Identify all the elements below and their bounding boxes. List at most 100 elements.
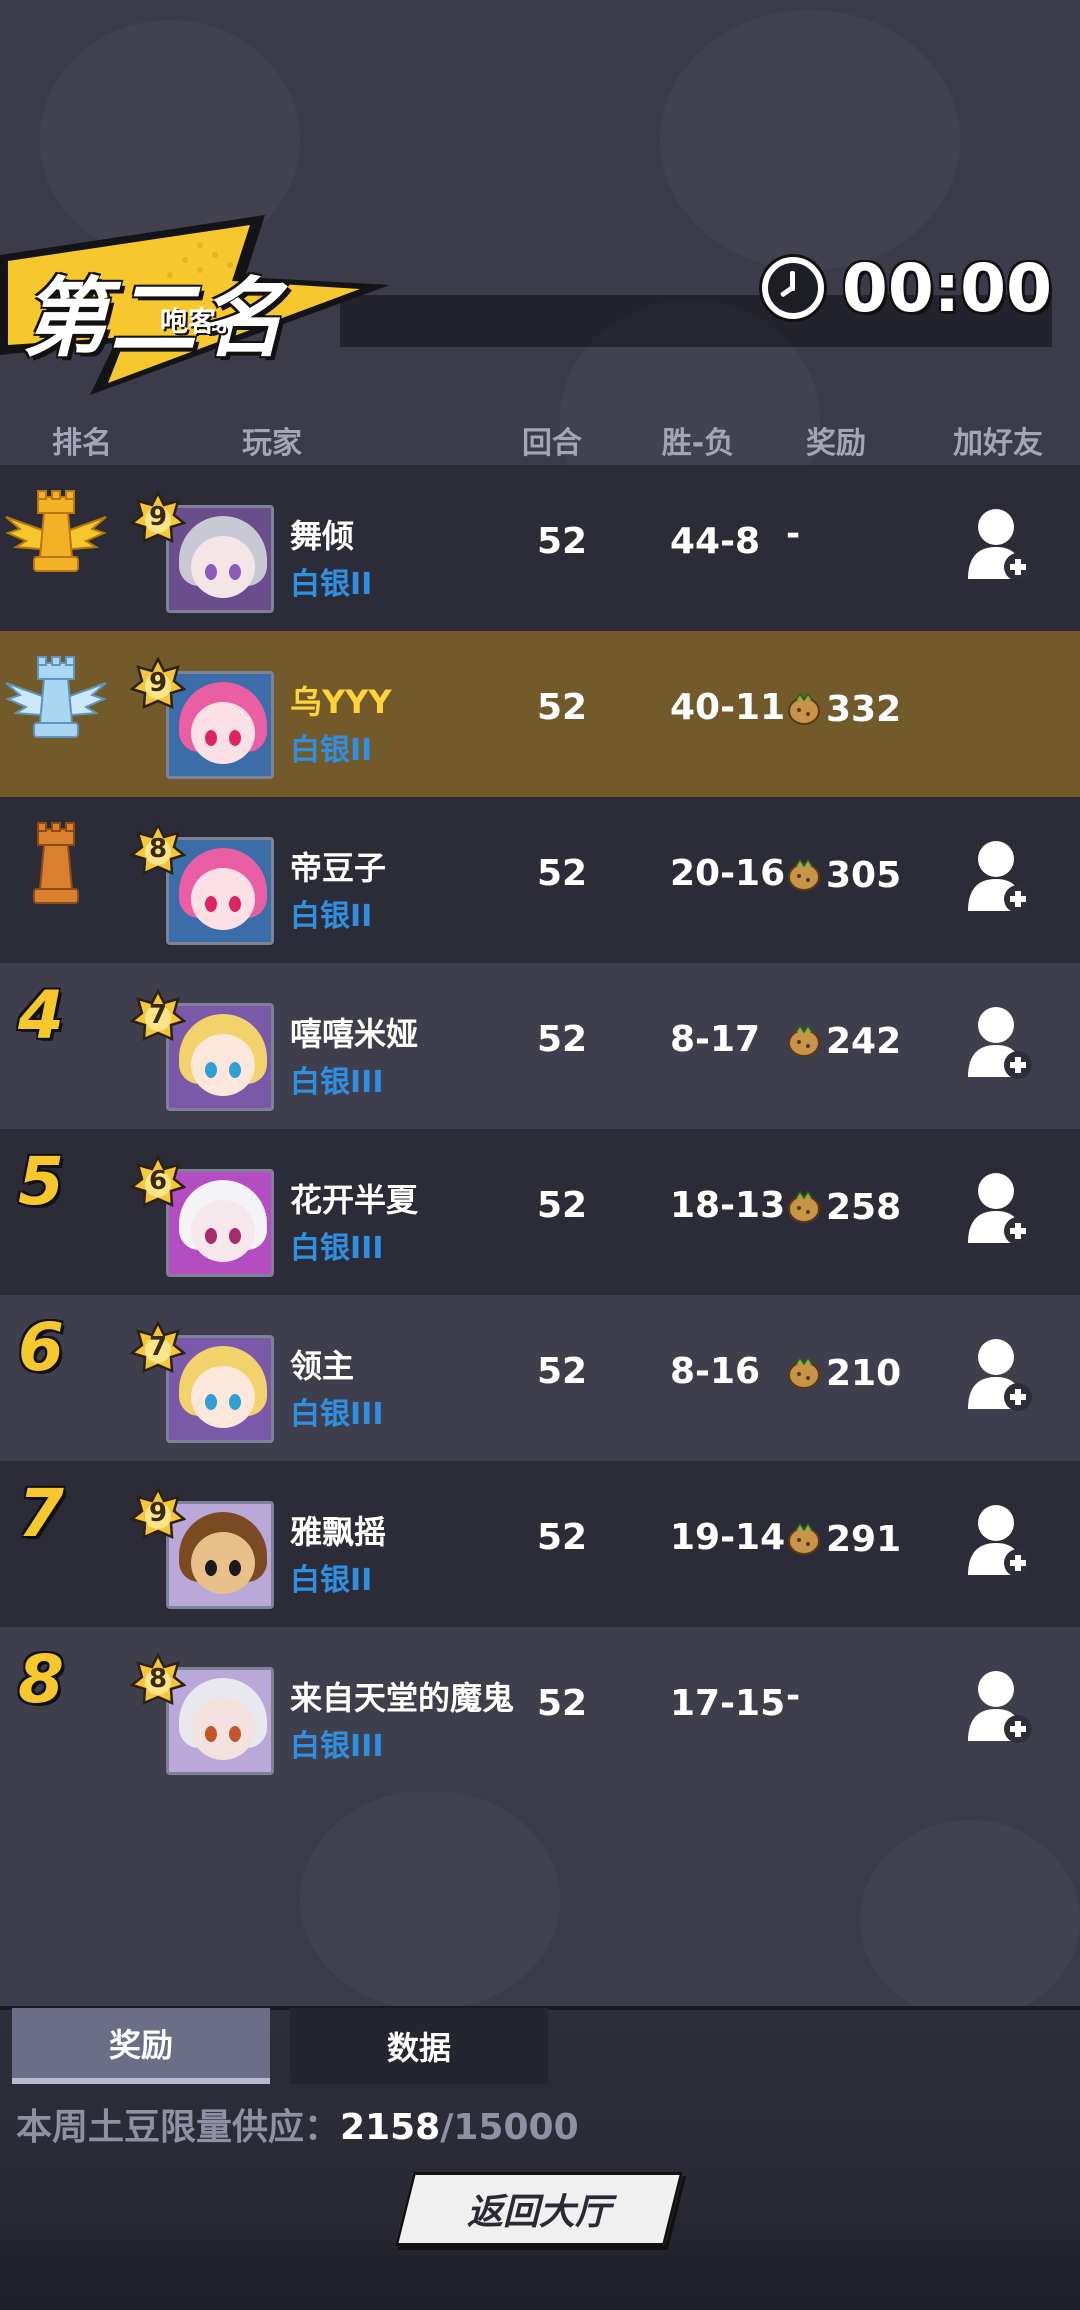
player-name: 花开半夏 xyxy=(290,1181,419,1219)
rank-cell: 6 xyxy=(0,1295,110,1461)
rounds-value: 52 xyxy=(536,1185,588,1226)
rounds-value: 52 xyxy=(536,521,588,562)
level-number: 6 xyxy=(148,1166,168,1196)
player-tag: 咆客。 xyxy=(160,305,245,338)
rounds-value: 52 xyxy=(536,1019,588,1060)
add-friend-button[interactable] xyxy=(966,1667,1034,1747)
reward-value: 332 xyxy=(826,688,902,730)
level-badge: 8 xyxy=(130,1653,186,1709)
silver-rook-icon xyxy=(5,656,107,738)
column-headers: 排名 玩家 回合 胜-负 奖励 加好友 xyxy=(0,418,1080,464)
level-number: 9 xyxy=(148,1498,168,1528)
add-friend-button[interactable] xyxy=(966,1335,1034,1415)
reward-cell: 210 xyxy=(786,1351,901,1395)
rank-cell xyxy=(0,797,110,963)
clock-icon xyxy=(761,257,824,319)
table-row: 8 8 来自天堂的魔鬼 白银III 52 17-15- xyxy=(0,1627,1080,1793)
potato-icon xyxy=(788,1190,820,1223)
col-header-add-friend: 加好友 xyxy=(953,426,1043,461)
table-row: 6 7 领主 白银III 52 8-16 210 xyxy=(0,1295,1080,1461)
player-tier: 白银II xyxy=(290,733,373,768)
add-friend-icon xyxy=(968,1173,1032,1245)
add-friend-icon xyxy=(968,1339,1032,1411)
level-badge: 7 xyxy=(130,989,186,1045)
add-friend-button[interactable] xyxy=(966,505,1034,585)
add-friend-button[interactable] xyxy=(966,1169,1034,1249)
level-badge: 9 xyxy=(130,657,186,713)
add-friend-button[interactable] xyxy=(966,1003,1034,1083)
player-name: 帝豆子 xyxy=(290,849,387,887)
player-name: 雅飘摇 xyxy=(290,1513,387,1551)
bronze-rook-icon xyxy=(33,822,79,904)
rounds-value: 52 xyxy=(536,1683,588,1724)
level-number: 8 xyxy=(148,834,168,864)
table-row: 9 舞倾 白银II 52 44-8- xyxy=(0,465,1080,631)
reward-cell: 242 xyxy=(786,1019,901,1063)
level-badge: 8 xyxy=(130,823,186,879)
level-number: 9 xyxy=(148,668,168,698)
leaderboard-list: 9 舞倾 白银II 52 44-8- 9 乌YYY 白银II 52 40-11 … xyxy=(0,465,1080,1793)
supply-current: 2158 xyxy=(340,2107,441,2148)
player-name: 领主 xyxy=(290,1347,355,1385)
gold-rook-icon xyxy=(5,490,107,572)
potato-supply: 本周土豆限量供应：2158/15000 xyxy=(16,2098,579,2150)
level-number: 7 xyxy=(148,1332,168,1362)
reward-value: 210 xyxy=(826,1352,902,1394)
back-to-lobby-button[interactable]: 返回大厅 xyxy=(394,2172,684,2246)
timer-text: 00:00 xyxy=(841,249,1052,327)
table-row: 8 帝豆子 白银II 52 20-16 305 xyxy=(0,797,1080,963)
win-loss-record: 40-11 xyxy=(670,687,786,728)
player-name: 来自天堂的魔鬼 xyxy=(290,1679,515,1717)
reward-value: - xyxy=(786,514,801,554)
col-header-rank: 排名 xyxy=(52,426,112,461)
reward-cell: 332 xyxy=(786,687,901,731)
add-friend-button[interactable] xyxy=(966,837,1034,917)
potato-icon xyxy=(788,858,820,891)
player-tier: 白银II xyxy=(290,899,373,934)
rank-number: 5 xyxy=(18,1143,64,1220)
win-loss-record: 8-17 xyxy=(670,1019,761,1060)
reward-value: 305 xyxy=(826,854,902,896)
reward-value: - xyxy=(786,1676,801,1716)
col-header-rounds: 回合 xyxy=(522,426,582,461)
win-loss-record: 20-16 xyxy=(670,853,786,894)
col-header-reward: 奖励 xyxy=(806,426,866,461)
reward-cell: - xyxy=(786,514,800,565)
rank-cell: 8 xyxy=(0,1627,110,1793)
add-friend-icon xyxy=(968,1671,1032,1743)
tab-data[interactable]: 数据 xyxy=(290,2008,548,2084)
rank-cell: 5 xyxy=(0,1129,110,1295)
level-number: 7 xyxy=(148,1000,168,1030)
table-row: 7 9 雅飘摇 白银II 52 19-14 291 xyxy=(0,1461,1080,1627)
level-number: 8 xyxy=(148,1664,168,1694)
player-tier: 白银III xyxy=(290,1231,384,1266)
player-tier: 白银III xyxy=(290,1397,384,1432)
player-name: 舞倾 xyxy=(290,517,355,555)
player-name: 乌YYY xyxy=(290,683,392,721)
player-tier: 白银III xyxy=(290,1729,384,1764)
rank-cell: 4 xyxy=(0,963,110,1129)
rounds-value: 52 xyxy=(536,687,588,728)
level-badge: 6 xyxy=(130,1155,186,1211)
win-loss-record: 44-8 xyxy=(670,521,761,562)
rank-number: 6 xyxy=(18,1309,64,1386)
reward-value: 258 xyxy=(826,1186,902,1228)
tab-reward[interactable]: 奖励 xyxy=(12,2008,270,2084)
player-name: 嘻嘻米娅 xyxy=(290,1015,419,1053)
add-friend-button[interactable] xyxy=(966,1501,1034,1581)
reward-value: 291 xyxy=(826,1518,902,1560)
supply-label: 本周土豆限量供应： xyxy=(16,2107,341,2148)
player-tier: 白银II xyxy=(290,567,373,602)
rank-cell xyxy=(0,631,110,797)
table-row: 5 6 花开半夏白银III 52 18-13 258 xyxy=(0,1129,1080,1295)
add-friend-icon xyxy=(968,1007,1032,1079)
level-badge: 9 xyxy=(130,1487,186,1543)
reward-cell: - xyxy=(786,1676,800,1727)
win-loss-record: 19-14 xyxy=(670,1517,786,1558)
win-loss-record: 18-13 xyxy=(670,1185,786,1226)
potato-icon xyxy=(788,1356,820,1389)
level-badge: 7 xyxy=(130,1321,186,1377)
table-row: 9 乌YYY 白银II 52 40-11 332 xyxy=(0,631,1080,797)
add-friend-icon xyxy=(968,841,1032,913)
potato-icon xyxy=(788,1024,820,1057)
